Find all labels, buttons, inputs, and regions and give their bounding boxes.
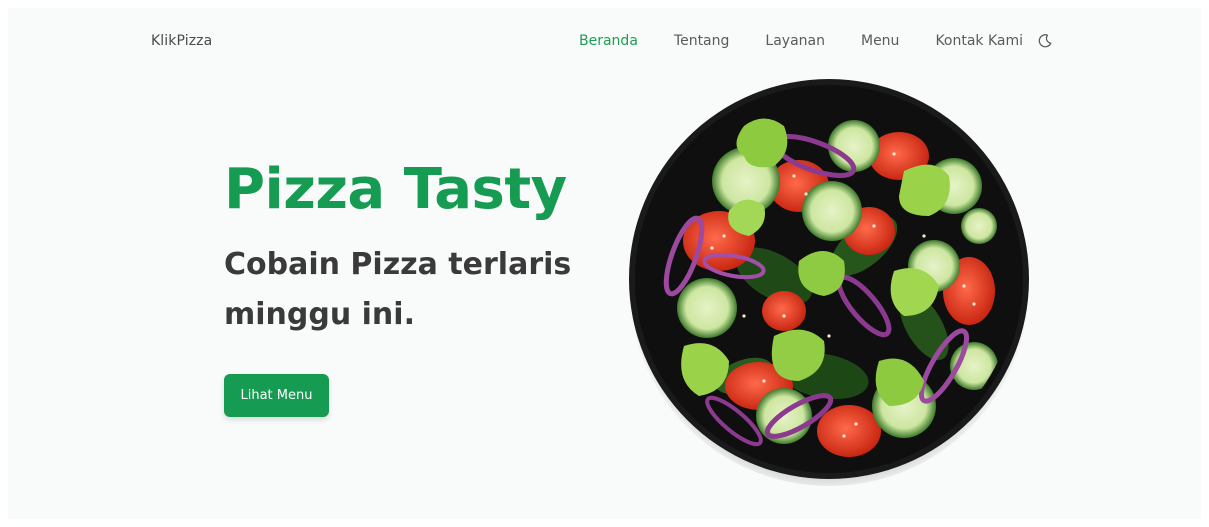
logo[interactable]: KlikPizza <box>151 33 212 49</box>
hero-title: Pizza Tasty <box>224 157 567 222</box>
lihat-menu-button[interactable]: Lihat Menu <box>224 374 329 417</box>
header: KlikPizza Beranda Tentang Layanan Menu K… <box>8 8 1201 74</box>
moon-icon[interactable] <box>1037 33 1053 49</box>
nav-link-beranda[interactable]: Beranda <box>579 33 638 49</box>
hero-subtitle: Cobain Pizza terlaris minggu ini. <box>224 247 572 332</box>
nav-link-kontak-kami[interactable]: Kontak Kami <box>935 33 1023 49</box>
nav-link-menu[interactable]: Menu <box>861 33 899 49</box>
nav-link-tentang[interactable]: Tentang <box>674 33 730 49</box>
salad-plate-image <box>624 76 1034 486</box>
main-nav: Beranda Tentang Layanan Menu Kontak Kami <box>579 33 1053 49</box>
hero-text: Pizza Tasty Cobain Pizza terlaris minggu… <box>224 158 604 340</box>
nav-link-layanan[interactable]: Layanan <box>765 33 825 49</box>
page: KlikPizza Beranda Tentang Layanan Menu K… <box>8 8 1201 519</box>
